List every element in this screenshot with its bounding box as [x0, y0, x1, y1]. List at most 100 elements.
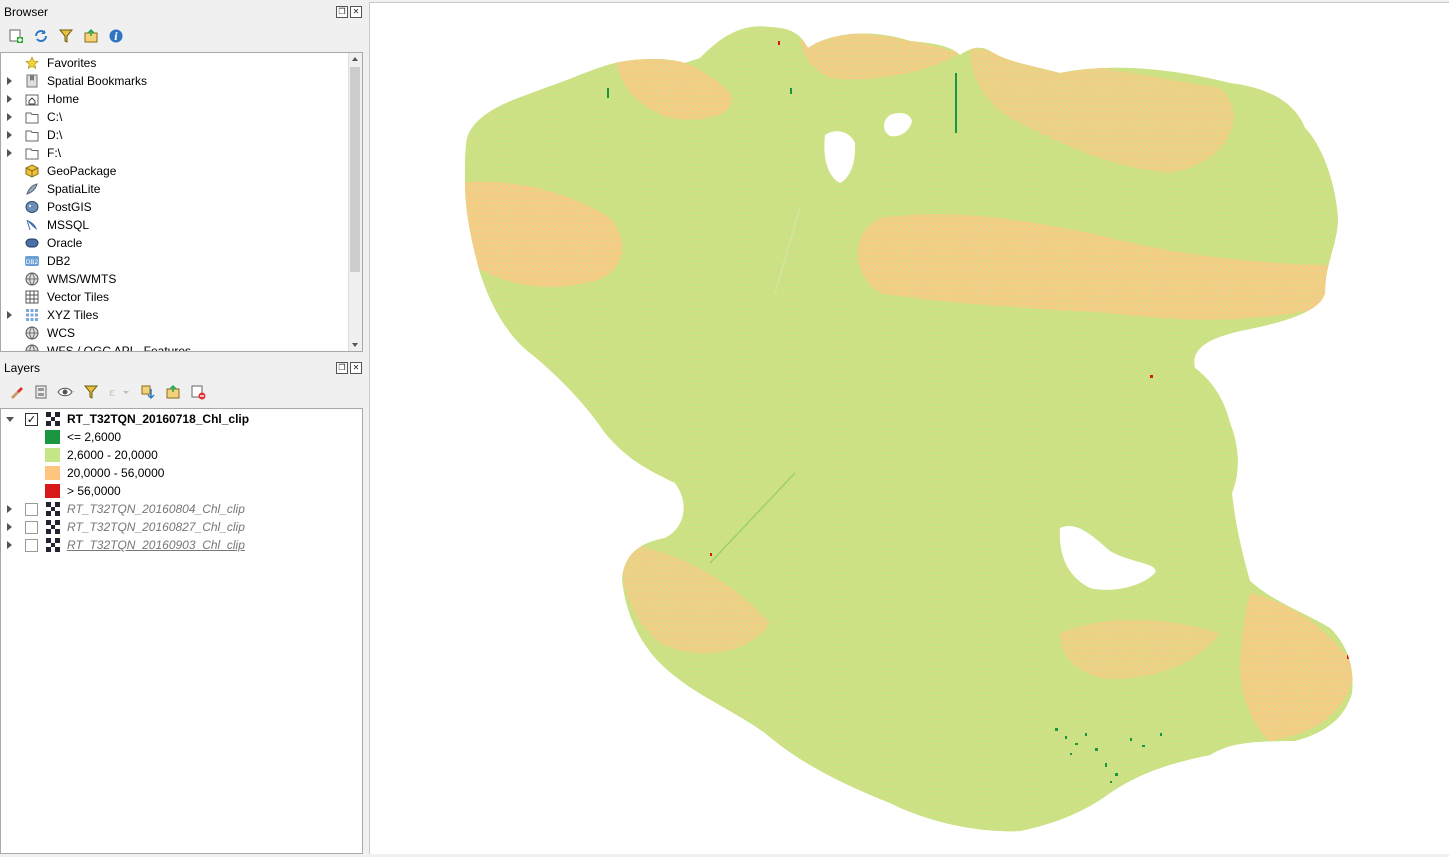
browser-item[interactable]: WCS — [1, 324, 346, 342]
bookmark-icon — [24, 73, 40, 89]
db2-icon: DB2 — [24, 253, 40, 269]
raster-layer-icon — [45, 411, 61, 427]
info-icon: i — [109, 29, 122, 43]
expand-arrow-icon[interactable] — [7, 95, 12, 103]
legend-item: 2,6000 - 20,0000 — [1, 446, 341, 464]
globe-icon — [24, 325, 40, 341]
legend-color-swatch — [45, 484, 60, 498]
layer-name: RT_T32TQN_20160827_Chl_clip — [67, 520, 245, 534]
expand-layer-arrow-icon[interactable] — [7, 523, 12, 531]
expand-arrow-icon[interactable] — [7, 113, 12, 121]
layers-panel-title: Layers — [4, 361, 41, 375]
oracle-icon — [24, 235, 40, 251]
globe-icon — [24, 271, 40, 287]
refresh-button[interactable] — [32, 27, 49, 44]
float-layers-panel-button[interactable]: ❐ — [336, 362, 348, 374]
browser-item[interactable]: Home — [1, 90, 346, 108]
svg-text:ε: ε — [109, 386, 115, 399]
folder-icon — [24, 109, 40, 125]
filter-legend-button[interactable] — [82, 383, 99, 400]
browser-item[interactable]: SpatiaLite — [1, 180, 346, 198]
float-panel-button[interactable]: ❐ — [336, 6, 348, 18]
expand-arrow-icon[interactable] — [7, 131, 12, 139]
filter-icon — [83, 385, 98, 399]
browser-item[interactable]: C:\ — [1, 108, 346, 126]
layer-visibility-checkbox[interactable] — [25, 521, 38, 534]
add-group-button[interactable] — [32, 383, 49, 400]
legend-item: <= 2,6000 — [1, 428, 341, 446]
collapse-all-button[interactable] — [82, 27, 99, 44]
expand-layer-arrow-icon[interactable] — [7, 505, 12, 513]
raster-layer-icon — [45, 501, 61, 517]
layers-toolbar: ε — [7, 383, 206, 400]
close-layers-panel-button[interactable]: ✕ — [350, 362, 362, 374]
expand-arrow-icon[interactable] — [7, 311, 12, 319]
browser-item[interactable]: WMS/WMTS — [1, 270, 346, 288]
add-selected-layers-button[interactable] — [7, 27, 24, 44]
expand-all-button[interactable] — [139, 383, 156, 400]
scroll-down-arrow-icon[interactable] — [352, 343, 358, 347]
folder-icon — [24, 145, 40, 161]
legend-color-swatch — [45, 466, 60, 480]
layer-name: RT_T32TQN_20160804_Chl_clip — [67, 502, 245, 516]
star-icon — [24, 55, 40, 71]
layer-row[interactable]: RT_T32TQN_20160827_Chl_clip — [1, 518, 341, 536]
close-panel-button[interactable]: ✕ — [350, 6, 362, 18]
browser-item[interactable]: PostGIS — [1, 198, 346, 216]
scroll-up-arrow-icon[interactable] — [352, 57, 358, 61]
legend-label: 2,6000 - 20,0000 — [67, 448, 158, 462]
remove-layer-button[interactable] — [189, 383, 206, 400]
browser-item[interactable]: F:\ — [1, 144, 346, 162]
layer-row[interactable]: RT_T32TQN_20160903_Chl_clip — [1, 536, 341, 554]
browser-item-label: Vector Tiles — [47, 290, 110, 304]
layers-tree[interactable]: ✓ RT_T32TQN_20160718_Chl_clip <= 2,6000 2… — [0, 408, 363, 854]
properties-button[interactable]: i — [107, 27, 124, 44]
browser-item-label: F:\ — [47, 146, 61, 160]
manage-map-themes-button[interactable] — [57, 383, 74, 400]
map-canvas[interactable] — [369, 2, 1449, 854]
scrollbar-thumb[interactable] — [350, 67, 360, 272]
browser-tree[interactable]: Favorites Spatial Bookmarks Home C:\ D:\ F:\ G… — [0, 52, 363, 352]
browser-item[interactable]: Favorites — [1, 54, 346, 72]
tiles-icon — [24, 307, 40, 323]
filter-browser-button[interactable] — [57, 27, 74, 44]
layer-visibility-checkbox[interactable] — [25, 539, 38, 552]
chlorophyll-classes — [465, 26, 1353, 832]
browser-item-label: Favorites — [47, 56, 97, 70]
svg-text:DB2: DB2 — [26, 259, 39, 266]
expand-layer-arrow-icon[interactable] — [7, 541, 12, 549]
browser-item[interactable]: GeoPackage — [1, 162, 346, 180]
filter-by-expression-button[interactable]: ε — [107, 383, 131, 400]
raster-map[interactable] — [370, 3, 1449, 854]
expand-arrow-icon[interactable] — [7, 77, 12, 85]
layer-visibility-checkbox[interactable]: ✓ — [25, 413, 38, 426]
browser-item[interactable]: Vector Tiles — [1, 288, 346, 306]
remove-layer-icon — [191, 385, 205, 399]
expand-arrow-icon[interactable] — [7, 149, 12, 157]
refresh-icon — [34, 29, 47, 42]
browser-item[interactable]: WFS / OGC API - Features — [1, 342, 346, 351]
browser-scrollbar[interactable] — [348, 53, 362, 351]
browser-panel-title: Browser — [4, 5, 49, 19]
legend-label: <= 2,6000 — [67, 430, 122, 444]
add-layer-icon — [9, 29, 23, 43]
layer-visibility-checkbox[interactable] — [25, 503, 38, 516]
legend-label: 20,0000 - 56,0000 — [67, 466, 165, 480]
paintbrush-icon — [10, 386, 23, 399]
browser-item-label: C:\ — [47, 110, 63, 124]
layer-row-active[interactable]: ✓ RT_T32TQN_20160718_Chl_clip — [1, 410, 362, 428]
collapse-all-layers-button[interactable] — [164, 383, 181, 400]
browser-item[interactable]: D:\ — [1, 126, 346, 144]
browser-item[interactable]: Oracle — [1, 234, 346, 252]
eye-icon — [57, 387, 74, 396]
browser-item-label: PostGIS — [47, 200, 92, 214]
browser-item-label: Oracle — [47, 236, 83, 250]
browser-item[interactable]: Spatial Bookmarks — [1, 72, 346, 90]
browser-item-label: SpatiaLite — [47, 182, 101, 196]
browser-item[interactable]: XYZ Tiles — [1, 306, 346, 324]
style-manager-button[interactable] — [7, 383, 24, 400]
collapse-layer-arrow-icon[interactable] — [6, 416, 14, 422]
browser-item[interactable]: MSSQL — [1, 216, 346, 234]
layer-row[interactable]: RT_T32TQN_20160804_Chl_clip — [1, 500, 341, 518]
browser-item[interactable]: DB2 DB2 — [1, 252, 346, 270]
